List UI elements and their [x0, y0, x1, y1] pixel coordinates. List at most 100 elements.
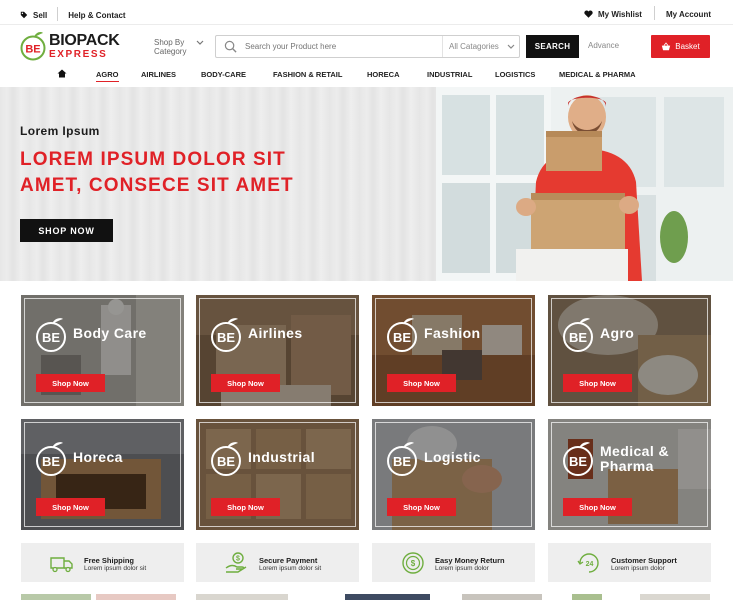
card-title: Agro: [600, 325, 635, 341]
hero-subtitle: Lorem Ipsum: [20, 124, 100, 138]
svg-text:BE: BE: [393, 330, 411, 345]
shop-now-button[interactable]: Shop Now: [211, 498, 280, 516]
shop-now-button[interactable]: Shop Now: [36, 374, 105, 392]
product-thumbnail[interactable]: [196, 594, 288, 600]
feature-subtitle: Lorem ipsum dolor: [435, 565, 489, 572]
feature-title: Easy Money Return: [435, 556, 505, 565]
feature-subtitle: Lorem ipsum dolor sit: [84, 565, 147, 572]
heart-icon: [584, 10, 593, 18]
category-card-medical-pharma[interactable]: BE Medical & Pharma Shop Now: [548, 419, 711, 530]
svg-text:BE: BE: [217, 330, 235, 345]
hero-headline: LOREM IPSUM DOLOR SIT AMET, CONSECE SIT …: [20, 147, 350, 199]
nav-item-fashion-retail[interactable]: FASHION & RETAIL: [273, 70, 342, 79]
svg-text:BE: BE: [569, 330, 587, 345]
feature-title: Customer Support: [611, 556, 677, 565]
nav-item-medical-pharma[interactable]: MEDICAL & PHARMA: [559, 70, 636, 79]
search-input[interactable]: [245, 42, 435, 51]
home-icon[interactable]: [57, 69, 67, 78]
category-card-industrial[interactable]: BE Industrial Shop Now: [196, 419, 359, 530]
card-title: Industrial: [248, 449, 316, 465]
card-title: Fashion: [424, 325, 481, 341]
nav-item-airlines[interactable]: AIRLINES: [141, 70, 176, 79]
basket-label: Basket: [675, 42, 700, 51]
advance-search-link[interactable]: Advance: [588, 41, 619, 50]
category-card-fashion[interactable]: BE Fashion Shop Now: [372, 295, 535, 406]
category-nav: AGRO AIRLINES BODY-CARE FASHION & RETAIL…: [0, 68, 733, 86]
svg-text:$: $: [236, 556, 240, 563]
be-logo-icon: BE: [563, 318, 593, 352]
divider: [57, 7, 59, 21]
hero-headline-line-1: LOREM IPSUM DOLOR SIT: [20, 149, 286, 170]
wishlist-link[interactable]: My Wishlist: [584, 10, 642, 19]
chevron-down-icon: [507, 44, 515, 49]
category-label: Category: [154, 47, 187, 56]
card-title: Body Care: [73, 325, 147, 341]
feature-free-shipping: Free Shipping Lorem ipsum dolor sit: [21, 543, 184, 582]
svg-text:BE: BE: [42, 454, 60, 469]
product-thumbnail[interactable]: [21, 594, 91, 600]
shop-by-label: Shop By: [154, 38, 185, 47]
feature-subtitle: Lorem ipsum dolor sit: [259, 565, 322, 572]
hero-shop-now-button[interactable]: SHOP NOW: [20, 219, 113, 242]
be-logo-icon: BE: [563, 442, 593, 476]
category-card-airlines[interactable]: BE Airlines Shop Now: [196, 295, 359, 406]
category-card-horeca[interactable]: BE Horeca Shop Now: [21, 419, 184, 530]
hand-coin-icon: $: [225, 552, 247, 573]
search-button[interactable]: SEARCH: [526, 35, 579, 58]
hero-headline-line-2: AMET, CONSECE SIT AMET: [20, 175, 294, 196]
chevron-down-icon: [196, 40, 204, 45]
sell-link[interactable]: Sell: [20, 11, 47, 20]
hero-delivery-man-image: [436, 87, 733, 281]
product-thumbnail[interactable]: [96, 594, 176, 600]
sell-label: Sell: [33, 10, 48, 20]
shop-by-category-dropdown[interactable]: Shop By Category: [154, 38, 204, 56]
top-utility-bar: Sell Help & Contact My Wishlist My Accou…: [0, 0, 733, 25]
hero-banner: Lorem Ipsum LOREM IPSUM DOLOR SIT AMET, …: [0, 87, 733, 281]
help-contact-link[interactable]: Help & Contact: [68, 11, 125, 20]
logo-text-express: EXPRESS: [49, 49, 108, 60]
logo-mark-icon: BE: [20, 32, 46, 61]
divider: [653, 6, 655, 20]
category-card-body-care[interactable]: BE Body Care Shop Now: [21, 295, 184, 406]
svg-text:BE: BE: [393, 454, 411, 469]
card-title: Horeca: [73, 449, 123, 465]
category-card-logistic[interactable]: BE Logistic Shop Now: [372, 419, 535, 530]
product-thumbnail[interactable]: [345, 594, 430, 600]
nav-item-horeca[interactable]: HORECA: [367, 70, 400, 79]
be-logo-icon: BE: [36, 318, 66, 352]
be-logo-icon: BE: [211, 442, 241, 476]
nav-item-agro[interactable]: AGRO: [96, 70, 119, 82]
product-thumbnail[interactable]: [572, 594, 602, 600]
svg-text:BE: BE: [569, 454, 587, 469]
brand-logo[interactable]: BE BIOPACK EXPRESS: [20, 28, 130, 64]
svg-text:$: $: [411, 559, 416, 568]
card-title: Logistic: [424, 449, 481, 465]
product-thumbnail[interactable]: [640, 594, 710, 600]
product-thumbnail[interactable]: [462, 594, 542, 600]
shop-now-button[interactable]: Shop Now: [563, 498, 632, 516]
be-logo-icon: BE: [36, 442, 66, 476]
nav-item-body-care[interactable]: BODY-CARE: [201, 70, 246, 79]
basket-button[interactable]: Basket: [651, 35, 710, 58]
svg-text:BE: BE: [25, 44, 40, 56]
feature-subtitle: Lorem ipsum dolor: [611, 565, 665, 572]
support-24-icon: 24: [577, 553, 599, 573]
shop-now-button[interactable]: Shop Now: [563, 374, 632, 392]
logo-text-biopack: BIOPACK: [49, 32, 120, 49]
card-title-line-1: Medical &: [600, 443, 669, 459]
shop-now-button[interactable]: Shop Now: [387, 374, 456, 392]
nav-item-industrial[interactable]: INDUSTRIAL: [427, 70, 472, 79]
search-category-select[interactable]: All Catagories: [442, 36, 520, 57]
nav-item-logistics[interactable]: LOGISTICS: [495, 70, 535, 79]
shop-now-button[interactable]: Shop Now: [211, 374, 280, 392]
my-account-link[interactable]: My Account: [666, 10, 711, 19]
shop-now-button[interactable]: Shop Now: [387, 498, 456, 516]
be-logo-icon: BE: [211, 318, 241, 352]
be-logo-icon: BE: [387, 318, 417, 352]
search-icon: [224, 40, 237, 53]
shop-now-button[interactable]: Shop Now: [36, 498, 105, 516]
category-card-agro[interactable]: BE Agro Shop Now: [548, 295, 711, 406]
svg-text:BE: BE: [217, 454, 235, 469]
feature-title: Free Shipping: [84, 556, 135, 565]
be-logo-icon: BE: [387, 442, 417, 476]
